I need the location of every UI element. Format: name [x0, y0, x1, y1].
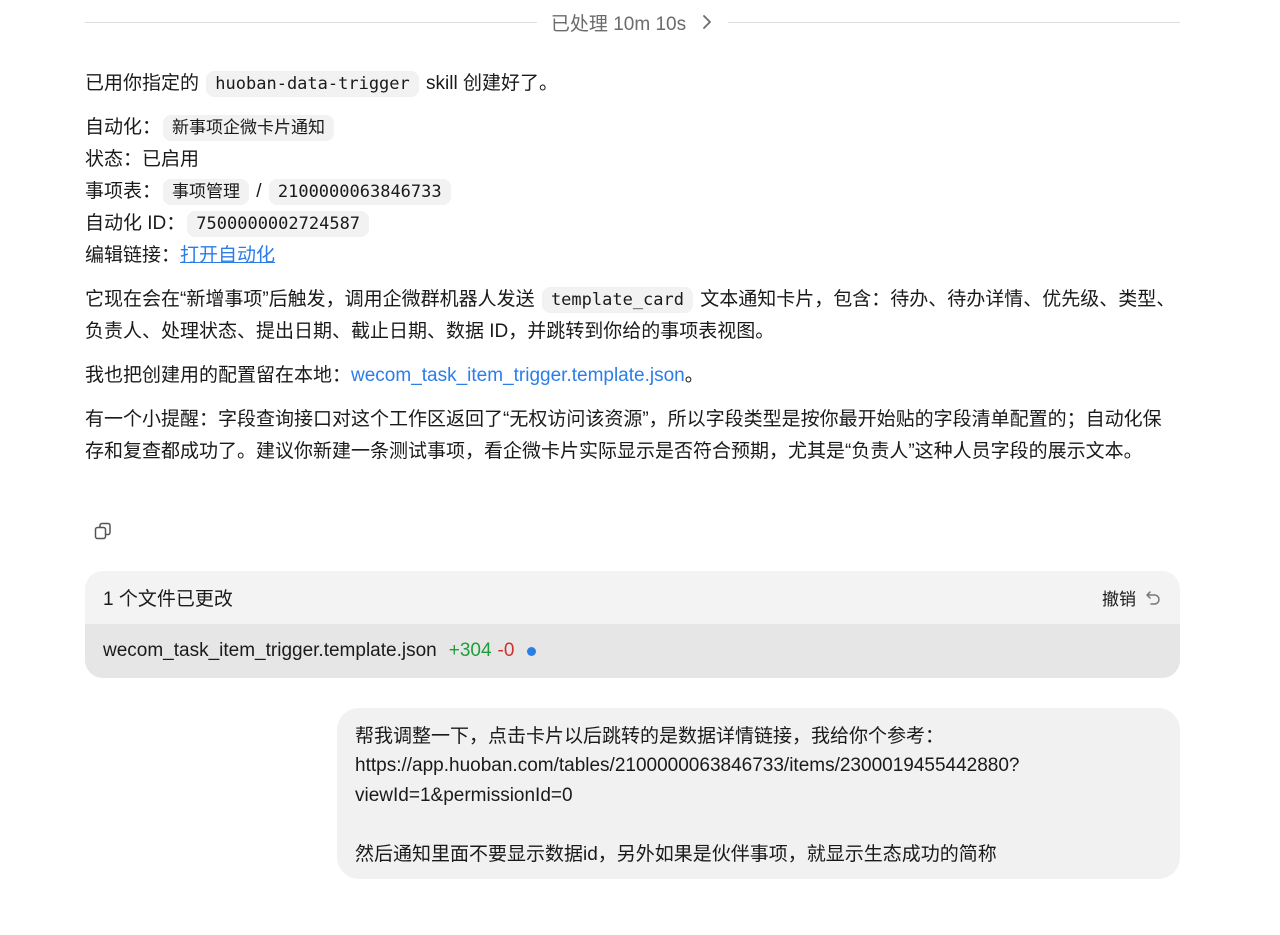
copy-icon[interactable]: [92, 520, 114, 542]
lines-removed: -0: [497, 640, 515, 661]
description-code: template_card: [541, 287, 693, 313]
automation-id-row: 自动化 ID： 7500000002724587: [85, 208, 1180, 240]
table-row: 事项表： 事项管理 / 2100000063846733: [85, 176, 1180, 208]
undo-icon: [1146, 590, 1160, 605]
divider-line-right: [728, 21, 1180, 23]
config-prefix: 我也把创建用的配置留在本地：: [85, 365, 352, 386]
edit-link-row: 编辑链接：打开自动化: [85, 240, 1180, 272]
status-value: 已启用: [142, 149, 200, 170]
automation-value: 新事项企微卡片通知: [163, 115, 335, 141]
description-paragraph: 它现在会在“新增事项”后触发，调用企微群机器人发送 template_card …: [85, 284, 1180, 348]
processed-toggle[interactable]: 已处理 10m 10s: [537, 9, 728, 36]
edit-link-label: 编辑链接：: [85, 245, 181, 266]
unsaved-dot: [527, 646, 537, 656]
undo-label: 撤销: [1102, 590, 1136, 609]
intro-suffix: skill 创建好了。: [426, 73, 558, 94]
table-label: 事项表：: [85, 181, 162, 202]
user-message-bubble: 帮我调整一下，点击卡片以后跳转的是数据详情链接，我给你个参考： https://…: [337, 708, 1180, 879]
file-changes-card: 1 个文件已更改 撤销 wecom_task_item_trigger.temp…: [85, 571, 1180, 678]
automation-id-label: 自动化 ID：: [85, 213, 186, 234]
divider-line-left: [85, 21, 537, 23]
reminder-paragraph: 有一个小提醒：字段查询接口对这个工作区返回了“无权访问该资源”，所以字段类型是按…: [85, 409, 1162, 462]
undo-button[interactable]: 撤销: [1102, 585, 1162, 610]
file-changes-title: 1 个文件已更改: [103, 589, 233, 610]
table-separator: /: [256, 181, 262, 202]
config-suffix: 。: [684, 365, 704, 386]
status-label: 状态：: [85, 149, 143, 170]
config-paragraph: 我也把创建用的配置留在本地：wecom_task_item_trigger.te…: [85, 360, 1180, 392]
processed-label: 已处理 10m 10s: [550, 13, 687, 35]
intro-paragraph: 已用你指定的 huoban-data-trigger skill 创建好了。: [85, 68, 1180, 100]
automation-row: 自动化： 新事项企微卡片通知: [85, 112, 1180, 144]
description-prefix: 它现在会在“新增事项”后触发，调用企微群机器人发送: [85, 289, 535, 310]
status-row: 状态：已启用: [85, 144, 1180, 176]
automation-details: 自动化： 新事项企微卡片通知 状态：已启用 事项表： 事项管理 / 21000000…: [85, 112, 1180, 272]
table-name: 事项管理: [163, 179, 250, 205]
intro-prefix: 已用你指定的: [85, 73, 200, 94]
changed-file-name: wecom_task_item_trigger.template.json: [103, 640, 437, 661]
open-automation-link[interactable]: 打开自动化: [180, 245, 275, 266]
file-changes-header: 1 个文件已更改 撤销: [85, 571, 1180, 624]
changed-file-row[interactable]: wecom_task_item_trigger.template.json +3…: [85, 624, 1180, 678]
chevron-right-icon[interactable]: [700, 12, 714, 32]
config-file-link[interactable]: wecom_task_item_trigger.template.json: [351, 365, 685, 386]
automation-id-value: 7500000002724587: [187, 211, 370, 237]
processed-divider: 已处理 10m 10s: [85, 6, 1180, 38]
automation-label: 自动化：: [85, 117, 162, 138]
table-id: 2100000063846733: [268, 179, 451, 205]
intro-code: huoban-data-trigger: [206, 71, 419, 97]
assistant-message: 已用你指定的 huoban-data-trigger skill 创建好了。 自…: [85, 68, 1180, 468]
lines-added: +304: [448, 640, 492, 661]
